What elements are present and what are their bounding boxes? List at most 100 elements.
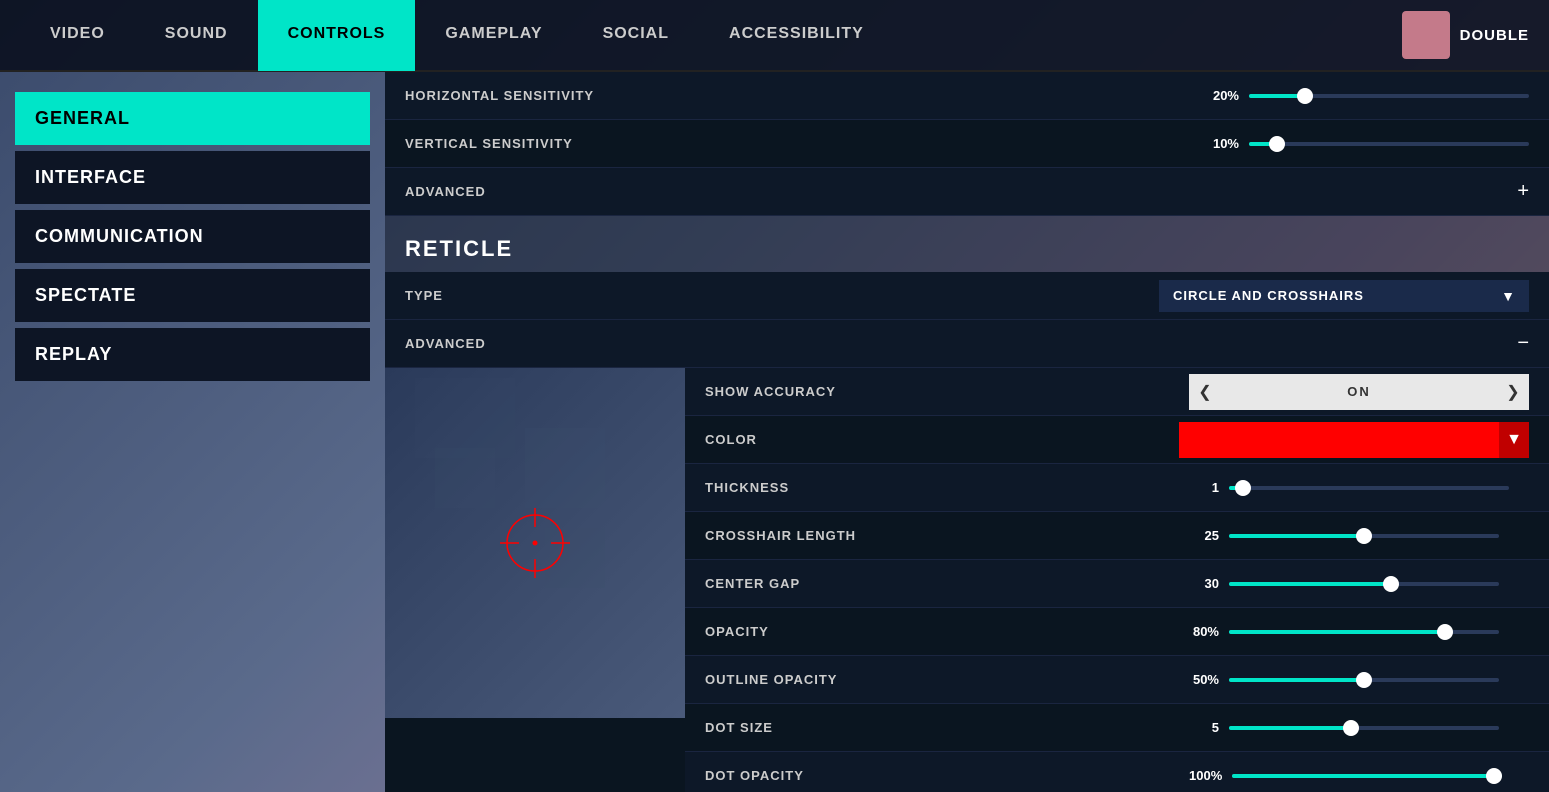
opacity-control: 80% bbox=[1189, 624, 1529, 639]
vertical-sensitivity-label: VERTICAL SENSITIVITY bbox=[405, 136, 1189, 151]
opacity-fill bbox=[1229, 630, 1445, 634]
nav-tabs: VIDEO SOUND CONTROLS GAMEPLAY SOCIAL ACC… bbox=[20, 0, 1402, 71]
show-accuracy-label: SHOW ACCURACY bbox=[705, 384, 1189, 399]
crosshair-length-control: 25 bbox=[1189, 528, 1529, 543]
opacity-row: OPACITY 80% bbox=[685, 608, 1549, 656]
color-control[interactable]: ▼ bbox=[1179, 422, 1529, 458]
dot-size-thumb[interactable] bbox=[1343, 720, 1359, 736]
center-gap-fill bbox=[1229, 582, 1391, 586]
opacity-value: 80% bbox=[1189, 624, 1219, 639]
center-gap-slider[interactable] bbox=[1229, 582, 1499, 586]
advanced-collapsed-row[interactable]: ADVANCED + bbox=[385, 168, 1549, 216]
thickness-slider[interactable] bbox=[1229, 486, 1509, 490]
opacity-track bbox=[1229, 630, 1499, 634]
user-area: DOUBLE bbox=[1402, 11, 1529, 59]
crosshair-length-slider[interactable] bbox=[1229, 534, 1499, 538]
outline-opacity-fill bbox=[1229, 678, 1364, 682]
dot-size-label: DOT SIZE bbox=[705, 720, 1189, 735]
dot-size-track bbox=[1229, 726, 1499, 730]
outline-opacity-slider[interactable] bbox=[1229, 678, 1499, 682]
center-gap-value: 30 bbox=[1189, 576, 1219, 591]
tab-accessibility[interactable]: ACCESSIBILITY bbox=[699, 0, 894, 71]
user-name: DOUBLE bbox=[1460, 27, 1529, 44]
toggle-arrow-right-show-accuracy[interactable]: ❯ bbox=[1497, 374, 1529, 410]
sidebar-item-spectate[interactable]: SPECTATE bbox=[15, 269, 370, 322]
tab-social[interactable]: SOCIAL bbox=[573, 0, 699, 71]
vertical-sensitivity-thumb[interactable] bbox=[1269, 136, 1285, 152]
dot-opacity-thumb[interactable] bbox=[1486, 768, 1502, 784]
sidebar-item-replay[interactable]: REPLAY bbox=[15, 328, 370, 381]
show-accuracy-row: SHOW ACCURACY ❮ ON ❯ bbox=[685, 368, 1549, 416]
center-gap-thumb[interactable] bbox=[1383, 576, 1399, 592]
color-label: COLOR bbox=[705, 432, 1179, 447]
outline-opacity-row: OUTLINE OPACITY 50% bbox=[685, 656, 1549, 704]
vertical-sensitivity-row: VERTICAL SENSITIVITY 10% bbox=[385, 120, 1549, 168]
top-nav: VIDEO SOUND CONTROLS GAMEPLAY SOCIAL ACC… bbox=[0, 0, 1549, 72]
thickness-thumb[interactable] bbox=[1235, 480, 1251, 496]
crosshair-length-label: CROSSHAIR LENGTH bbox=[705, 528, 1189, 543]
dot-size-control: 5 bbox=[1189, 720, 1529, 735]
tab-sound[interactable]: SOUND bbox=[135, 0, 258, 71]
color-row: COLOR ▼ bbox=[685, 416, 1549, 464]
tab-gameplay[interactable]: GAMEPLAY bbox=[415, 0, 572, 71]
dropdown-arrow-icon: ▼ bbox=[1501, 288, 1515, 304]
horizontal-sensitivity-slider[interactable] bbox=[1249, 94, 1529, 98]
crosshair-length-fill bbox=[1229, 534, 1364, 538]
crosshair-svg bbox=[475, 483, 595, 603]
thickness-label: THICKNESS bbox=[705, 480, 1189, 495]
show-accuracy-value: ON bbox=[1221, 384, 1497, 399]
crosshair-length-track bbox=[1229, 534, 1499, 538]
thickness-control: 1 bbox=[1189, 480, 1529, 495]
show-accuracy-toggle[interactable]: ❮ ON ❯ bbox=[1189, 374, 1529, 410]
center-gap-row: CENTER GAP 30 bbox=[685, 560, 1549, 608]
main-layout: GENERAL INTERFACE COMMUNICATION SPECTATE… bbox=[0, 72, 1549, 792]
dot-opacity-fill bbox=[1232, 774, 1502, 778]
preview-square-3 bbox=[415, 378, 515, 458]
plus-icon: + bbox=[1517, 180, 1529, 203]
horizontal-sensitivity-row: HORIZONTAL SENSITIVITY 20% bbox=[385, 72, 1549, 120]
opacity-thumb[interactable] bbox=[1437, 624, 1453, 640]
sidebar-item-interface[interactable]: INTERFACE bbox=[15, 151, 370, 204]
color-box[interactable] bbox=[1179, 422, 1499, 458]
center-gap-track bbox=[1229, 582, 1499, 586]
type-dropdown-label: CIRCLE AND CROSSHAIRS bbox=[1173, 288, 1364, 303]
dot-opacity-slider[interactable] bbox=[1232, 774, 1502, 778]
type-row: TYPE CIRCLE AND CROSSHAIRS ▼ bbox=[385, 272, 1549, 320]
crosshair-length-value: 25 bbox=[1189, 528, 1219, 543]
dot-size-slider[interactable] bbox=[1229, 726, 1499, 730]
horizontal-sensitivity-thumb[interactable] bbox=[1297, 88, 1313, 104]
crosshair-preview bbox=[385, 368, 685, 718]
type-label: TYPE bbox=[405, 288, 1159, 303]
vertical-sensitivity-value: 10% bbox=[1189, 136, 1239, 151]
sidebar-item-general[interactable]: GENERAL bbox=[15, 92, 370, 145]
dot-opacity-control: 100% bbox=[1189, 768, 1529, 783]
center-gap-control: 30 bbox=[1189, 576, 1529, 591]
content-area: HORIZONTAL SENSITIVITY 20% VERTICAL SENS… bbox=[385, 72, 1549, 792]
vertical-sensitivity-slider[interactable] bbox=[1249, 142, 1529, 146]
advanced-panel-header[interactable]: ADVANCED − bbox=[385, 320, 1549, 368]
thickness-track bbox=[1229, 486, 1509, 490]
type-dropdown[interactable]: CIRCLE AND CROSSHAIRS ▼ bbox=[1159, 280, 1529, 312]
tab-video[interactable]: VIDEO bbox=[20, 0, 135, 71]
minus-icon: − bbox=[1517, 332, 1529, 355]
crosshair-length-thumb[interactable] bbox=[1356, 528, 1372, 544]
dot-opacity-row: DOT OPACITY 100% bbox=[685, 752, 1549, 792]
outline-opacity-thumb[interactable] bbox=[1356, 672, 1372, 688]
crosshair-length-row: CROSSHAIR LENGTH 25 bbox=[685, 512, 1549, 560]
toggle-arrow-left-show-accuracy[interactable]: ❮ bbox=[1189, 374, 1221, 410]
dot-size-row: DOT SIZE 5 bbox=[685, 704, 1549, 752]
advanced-content: SHOW ACCURACY ❮ ON ❯ COLOR ▼ bbox=[385, 368, 1549, 792]
outline-opacity-track bbox=[1229, 678, 1499, 682]
thickness-value: 1 bbox=[1189, 480, 1219, 495]
outline-opacity-label: OUTLINE OPACITY bbox=[705, 672, 1189, 687]
horizontal-sensitivity-label: HORIZONTAL SENSITIVITY bbox=[405, 88, 1189, 103]
sidebar-item-communication[interactable]: COMMUNICATION bbox=[15, 210, 370, 263]
color-dropdown-arrow[interactable]: ▼ bbox=[1499, 422, 1529, 458]
advanced-collapsed-label: ADVANCED bbox=[405, 184, 1517, 199]
sidebar: GENERAL INTERFACE COMMUNICATION SPECTATE… bbox=[0, 72, 385, 792]
thickness-row: THICKNESS 1 bbox=[685, 464, 1549, 512]
settings-panel: SHOW ACCURACY ❮ ON ❯ COLOR ▼ bbox=[685, 368, 1549, 792]
tab-controls[interactable]: CONTROLS bbox=[258, 0, 416, 71]
vertical-sensitivity-track bbox=[1249, 142, 1529, 146]
opacity-slider[interactable] bbox=[1229, 630, 1499, 634]
